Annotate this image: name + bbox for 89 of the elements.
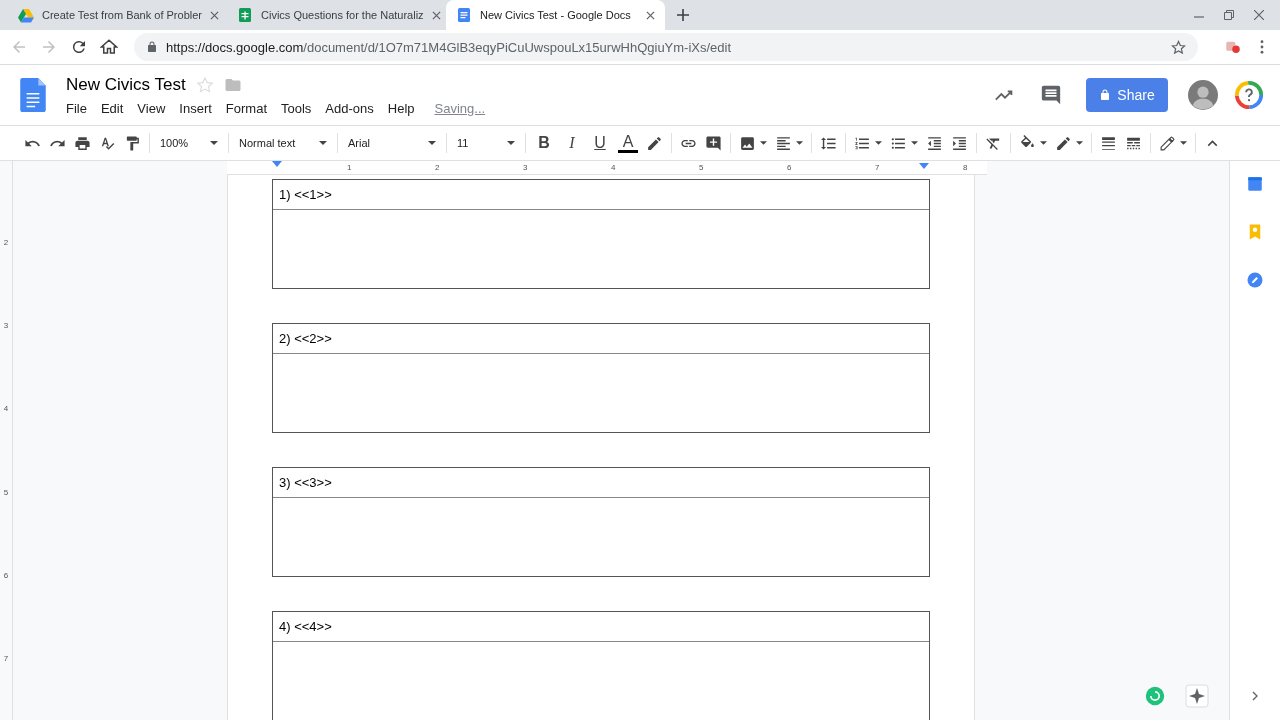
menu-item[interactable]: Format [225, 100, 267, 116]
spreadsheet-icon [237, 7, 253, 23]
ruler-number: 1 [347, 163, 353, 172]
sparkle-icon[interactable] [1185, 684, 1209, 708]
ruler-number: 8 [963, 163, 969, 172]
caret-icon[interactable] [1180, 141, 1187, 145]
url-text: https://docs.google.com/document/d/1O7m71M4GlB3eqyPiCuUwspouLx15urwHhQgiuYm-iXs/edit [166, 39, 733, 55]
menu-item[interactable]: File [66, 100, 87, 116]
pencil-icon[interactable] [1159, 134, 1176, 152]
menu-item[interactable]: Edit [100, 100, 124, 116]
color-button[interactable]: A [618, 133, 638, 153]
ruler-number: 4 [611, 163, 617, 172]
caret-icon [507, 141, 515, 145]
indent-marker-icon[interactable] [919, 163, 929, 171]
question-label: 4) <<4>> [279, 619, 332, 634]
ruler-number: 3 [523, 163, 529, 172]
font-size-dropdown[interactable]: 11 [455, 137, 517, 149]
share-button[interactable]: Share [1086, 78, 1168, 112]
decrease-indent-icon[interactable] [926, 134, 943, 152]
highlighter-icon[interactable] [646, 134, 663, 152]
caret-icon[interactable] [1040, 141, 1047, 145]
image-icon[interactable] [739, 134, 756, 152]
browser-tab[interactable]: Civics Questions for the Naturaliz [227, 0, 446, 30]
caret-icon[interactable] [911, 141, 918, 145]
close-icon[interactable] [210, 10, 219, 20]
star-icon[interactable] [1171, 39, 1186, 55]
question-label: 1) <<1>> [279, 187, 332, 202]
lock-icon [146, 41, 158, 53]
close-icon[interactable] [646, 10, 655, 20]
browser-tab[interactable]: New Civics Test - Google Docs [446, 0, 665, 30]
triangle-logo-icon [18, 7, 34, 23]
tab-title: Create Test from Bank of Probler [42, 9, 202, 21]
zoom-dropdown[interactable]: 100% [158, 137, 220, 149]
add-comment-icon[interactable] [705, 134, 722, 152]
caret-icon[interactable] [875, 141, 882, 145]
indent-marker-icon[interactable] [272, 161, 282, 169]
caret-icon [210, 141, 218, 145]
font-dropdown[interactable]: Arial [346, 137, 438, 149]
ruler-number: 4 [2, 404, 10, 414]
tab-title: Civics Questions for the Naturaliz [261, 9, 424, 21]
document-icon [456, 7, 472, 23]
print-icon[interactable] [74, 134, 91, 152]
restore-icon[interactable] [1224, 10, 1234, 20]
ruler-number: 2 [2, 238, 10, 248]
increase-indent-icon[interactable] [951, 134, 968, 152]
save-status[interactable]: Saving... [434, 100, 486, 116]
ruler-number: 5 [699, 163, 705, 172]
help-icon[interactable] [1234, 80, 1264, 110]
comment-icon[interactable] [1040, 84, 1062, 106]
underline-button[interactable]: U [590, 134, 610, 152]
ruler-number: 7 [2, 653, 10, 663]
ruler-number: 2 [435, 163, 441, 172]
new-tab-icon[interactable] [677, 9, 689, 21]
document-icon[interactable] [20, 78, 46, 112]
caret-icon[interactable] [1076, 141, 1083, 145]
home-icon[interactable] [100, 38, 118, 56]
menu-item[interactable]: Insert [179, 100, 212, 116]
question-label: 2) <<2>> [279, 331, 332, 346]
caret-icon[interactable] [796, 141, 803, 145]
italic-button[interactable]: I [562, 134, 582, 152]
menu-item[interactable]: Help [387, 100, 415, 116]
avatar-icon[interactable] [1188, 80, 1218, 110]
ruler-number: 6 [787, 163, 793, 172]
more-menu-icon[interactable] [1260, 40, 1264, 54]
close-icon[interactable] [431, 10, 441, 20]
bold-button[interactable]: B [534, 134, 554, 152]
style-dropdown[interactable]: Normal text [237, 137, 329, 149]
ruler-number: 6 [2, 570, 10, 580]
caret-icon [428, 141, 436, 145]
lock-icon [1099, 89, 1112, 101]
ruler-number: 7 [875, 163, 881, 172]
address-bar[interactable]: https://docs.google.com/document/d/1O7m71M4GlB3eqyPiCuUwspouLx15urwHhQgiuYm-iXs/edit [134, 33, 1198, 61]
browser-tab[interactable]: Create Test from Bank of Probler [8, 0, 227, 30]
document-title[interactable]: New Civics Test [66, 74, 186, 95]
border-width-icon[interactable] [1100, 134, 1117, 152]
caret-icon[interactable] [760, 141, 767, 145]
caret-icon [319, 141, 327, 145]
menu-item[interactable]: Add-ons [325, 100, 374, 116]
menu-item[interactable]: Tools [281, 100, 312, 116]
question-label: 3) <<3>> [279, 475, 332, 490]
ruler-number: 5 [2, 487, 10, 497]
tab-title: New Civics Test - Google Docs [480, 9, 632, 21]
paint-roller-icon[interactable] [124, 134, 141, 152]
ruler-number: 3 [2, 321, 10, 331]
pen-icon[interactable] [1055, 134, 1072, 152]
align-left-icon[interactable] [775, 134, 792, 152]
close-icon[interactable] [1254, 10, 1264, 20]
menu-item[interactable]: View [137, 100, 166, 116]
reload-icon[interactable] [70, 38, 88, 56]
